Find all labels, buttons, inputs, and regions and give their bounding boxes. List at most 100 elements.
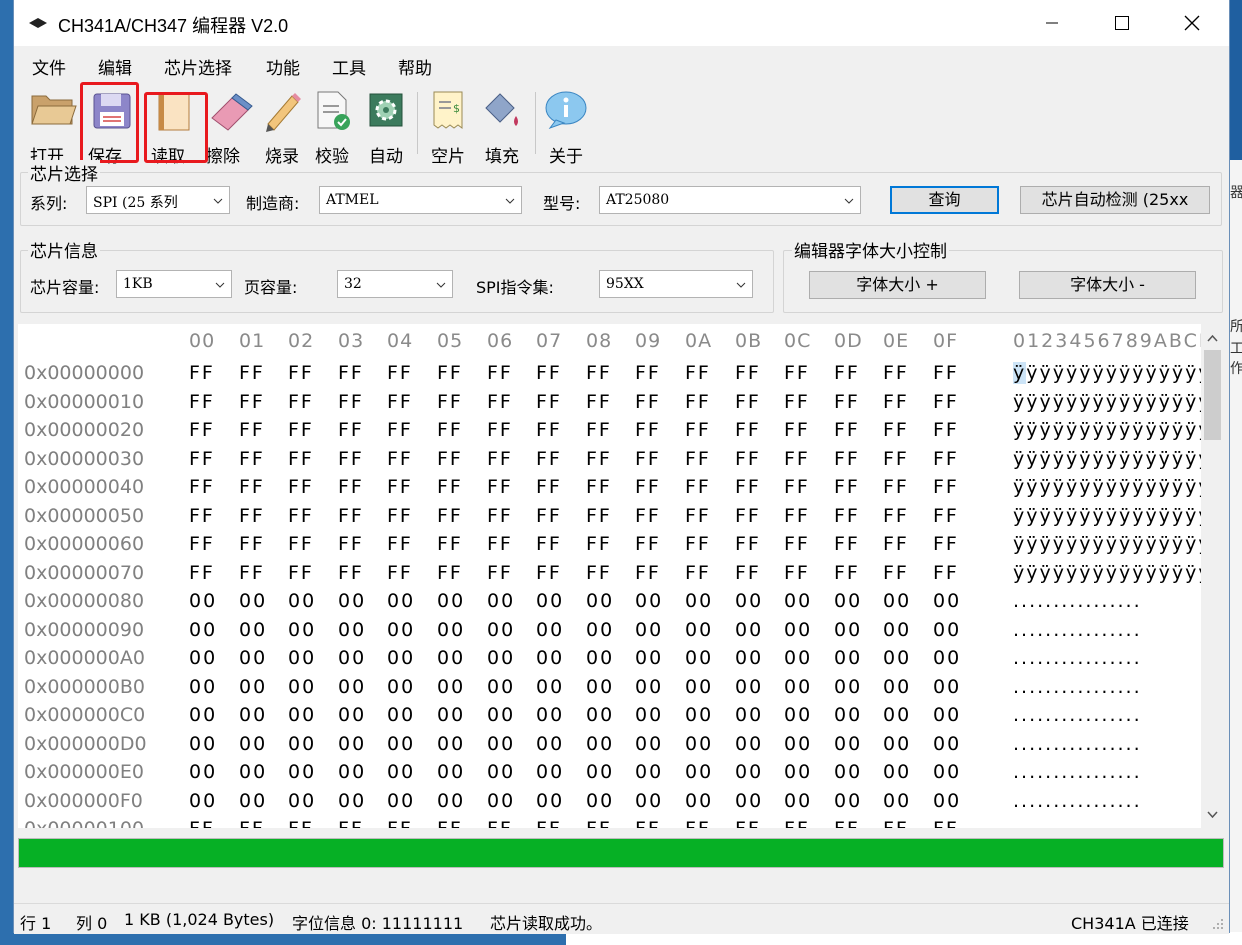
hex-byte-cell[interactable]: 00 (189, 733, 217, 755)
hex-row[interactable]: 0x000000C0 00 00 00 00 00 00 00 00 00 00 00 00 00 00 00… (18, 704, 1201, 732)
hex-row[interactable]: 0x00000100 FF FF FF FF FF FF FF FF FF FF FF FF FF FF FF… (18, 818, 1201, 828)
hex-byte-cell[interactable]: FF (784, 419, 810, 441)
hex-byte-cell[interactable]: FF (189, 448, 215, 470)
hex-byte-cell[interactable]: FF (784, 562, 810, 584)
hex-byte-cell[interactable]: 00 (487, 733, 515, 755)
hex-byte-cell[interactable]: FF (735, 562, 761, 584)
hex-byte-cell[interactable]: FF (685, 505, 711, 527)
hex-byte-cell[interactable]: 00 (784, 704, 812, 726)
hex-byte-cell[interactable]: FF (387, 818, 413, 828)
hex-byte-cell[interactable]: 00 (586, 619, 614, 641)
hex-byte-cell[interactable]: 00 (635, 733, 663, 755)
hex-byte-cell[interactable]: 00 (586, 761, 614, 783)
hex-byte-cell[interactable]: FF (288, 533, 314, 555)
hex-byte-cell[interactable]: FF (338, 533, 364, 555)
hex-byte-cell[interactable]: FF (338, 448, 364, 470)
hex-byte-cell[interactable]: 00 (288, 704, 316, 726)
hex-byte-cell[interactable]: FF (288, 562, 314, 584)
hex-byte-cell[interactable]: 00 (735, 590, 763, 612)
close-button[interactable] (1157, 0, 1227, 46)
hex-byte-cell[interactable]: 00 (387, 704, 415, 726)
hex-byte-cell[interactable]: FF (288, 362, 314, 384)
maximize-button[interactable] (1087, 0, 1157, 46)
hex-row[interactable]: 0x00000020 FF FF FF FF FF FF FF FF FF FF FF FF FF FF FF… (18, 419, 1201, 447)
hex-byte-cell[interactable]: FF (487, 505, 513, 527)
font-increase-button[interactable]: 字体大小 + (809, 271, 986, 299)
hex-byte-cell[interactable]: 00 (387, 733, 415, 755)
hex-byte-cell[interactable]: FF (834, 476, 860, 498)
hex-byte-cell[interactable]: 00 (239, 704, 267, 726)
toolbar-open-button[interactable]: 打开 (28, 88, 80, 167)
hex-byte-cell[interactable]: FF (933, 391, 959, 413)
hex-byte-cell[interactable]: 00 (784, 761, 812, 783)
hex-byte-cell[interactable]: 00 (338, 619, 366, 641)
menu-function[interactable]: 功能 (266, 54, 300, 79)
hex-byte-cell[interactable]: 00 (735, 647, 763, 669)
hex-row[interactable]: 0x00000050 FF FF FF FF FF FF FF FF FF FF FF FF FF FF FF… (18, 505, 1201, 533)
hex-byte-cell[interactable]: 00 (387, 590, 415, 612)
hex-byte-cell[interactable]: 00 (487, 590, 515, 612)
hex-byte-cell[interactable]: 00 (338, 733, 366, 755)
hex-byte-cell[interactable]: 00 (437, 676, 465, 698)
hex-byte-cell[interactable]: 00 (834, 676, 862, 698)
hex-ascii-text[interactable]: ................ (1013, 676, 1201, 698)
hex-byte-cell[interactable]: FF (883, 818, 909, 828)
menu-file[interactable]: 文件 (32, 54, 66, 79)
hex-row[interactable]: 0x000000E0 00 00 00 00 00 00 00 00 00 00 00 00 00 00 00… (18, 761, 1201, 789)
hex-byte-cell[interactable]: FF (189, 476, 215, 498)
hex-byte-cell[interactable]: FF (338, 562, 364, 584)
hex-byte-cell[interactable]: FF (784, 448, 810, 470)
hex-byte-cell[interactable]: 00 (685, 761, 713, 783)
hex-byte-cell[interactable]: FF (933, 476, 959, 498)
hex-byte-cell[interactable]: FF (883, 362, 909, 384)
hex-byte-cell[interactable]: 00 (338, 704, 366, 726)
hex-byte-cell[interactable]: 00 (735, 619, 763, 641)
hex-byte-cell[interactable]: 00 (437, 790, 465, 812)
hex-byte-cell[interactable]: FF (685, 562, 711, 584)
hex-byte-cell[interactable]: FF (387, 448, 413, 470)
hex-byte-cell[interactable]: FF (487, 562, 513, 584)
hex-byte-cell[interactable]: FF (883, 562, 909, 584)
hex-byte-cell[interactable]: FF (933, 362, 959, 384)
hex-byte-cell[interactable]: FF (189, 362, 215, 384)
hex-ascii-text[interactable]: ................ (1013, 761, 1201, 783)
hex-byte-cell[interactable]: FF (635, 476, 661, 498)
hex-byte-cell[interactable]: FF (487, 419, 513, 441)
capacity-select[interactable]: 1KB (116, 270, 232, 298)
hex-row[interactable]: 0x000000F0 00 00 00 00 00 00 00 00 00 00 00 00 00 00 00… (18, 790, 1201, 818)
hex-ascii-text[interactable]: ................ (1013, 647, 1201, 669)
hex-byte-cell[interactable]: 00 (834, 704, 862, 726)
hex-byte-cell[interactable]: FF (834, 818, 860, 828)
hex-byte-cell[interactable]: FF (536, 818, 562, 828)
hex-byte-cell[interactable]: FF (387, 476, 413, 498)
hex-row[interactable]: 0x00000010 FF FF FF FF FF FF FF FF FF FF FF FF FF FF FF… (18, 391, 1201, 419)
hex-byte-cell[interactable]: 00 (883, 676, 911, 698)
hex-ascii-text[interactable]: ÿÿÿÿÿÿÿÿÿÿÿÿÿÿÿÿ (1013, 448, 1201, 470)
hex-ascii-text[interactable]: ................ (1013, 790, 1201, 812)
hex-ascii-text[interactable]: ÿÿÿÿÿÿÿÿÿÿÿÿÿÿÿÿ (1013, 391, 1201, 413)
hex-byte-cell[interactable]: 00 (437, 619, 465, 641)
hex-byte-cell[interactable]: FF (437, 533, 463, 555)
hex-byte-cell[interactable]: FF (239, 476, 265, 498)
hex-byte-cell[interactable]: 00 (883, 619, 911, 641)
hex-editor[interactable]: 00 01 02 03 04 05 06 07 08 09 0A 0B 0C 0D 0E 0F 0123456… (18, 324, 1224, 828)
hex-byte-cell[interactable]: FF (239, 562, 265, 584)
hex-byte-cell[interactable]: 00 (189, 761, 217, 783)
hex-byte-cell[interactable]: 00 (338, 590, 366, 612)
hex-byte-cell[interactable]: 00 (437, 590, 465, 612)
hex-byte-cell[interactable]: 00 (834, 790, 862, 812)
hex-byte-cell[interactable]: FF (784, 391, 810, 413)
hex-byte-cell[interactable]: 00 (834, 733, 862, 755)
hex-byte-cell[interactable]: FF (834, 448, 860, 470)
hex-byte-cell[interactable]: FF (586, 419, 612, 441)
menu-help[interactable]: 帮助 (398, 54, 432, 79)
hex-byte-cell[interactable]: FF (487, 391, 513, 413)
hex-byte-cell[interactable]: 00 (288, 590, 316, 612)
maker-select[interactable]: ATMEL (319, 186, 522, 214)
hex-byte-cell[interactable]: FF (834, 562, 860, 584)
hex-byte-cell[interactable]: FF (487, 533, 513, 555)
hex-byte-cell[interactable]: FF (635, 562, 661, 584)
hex-byte-cell[interactable]: FF (685, 818, 711, 828)
auto-detect-button[interactable]: 芯片自动检测 (25xx (1020, 186, 1210, 214)
hex-row[interactable]: 0x000000D0 00 00 00 00 00 00 00 00 00 00 00 00 00 00 00… (18, 733, 1201, 761)
